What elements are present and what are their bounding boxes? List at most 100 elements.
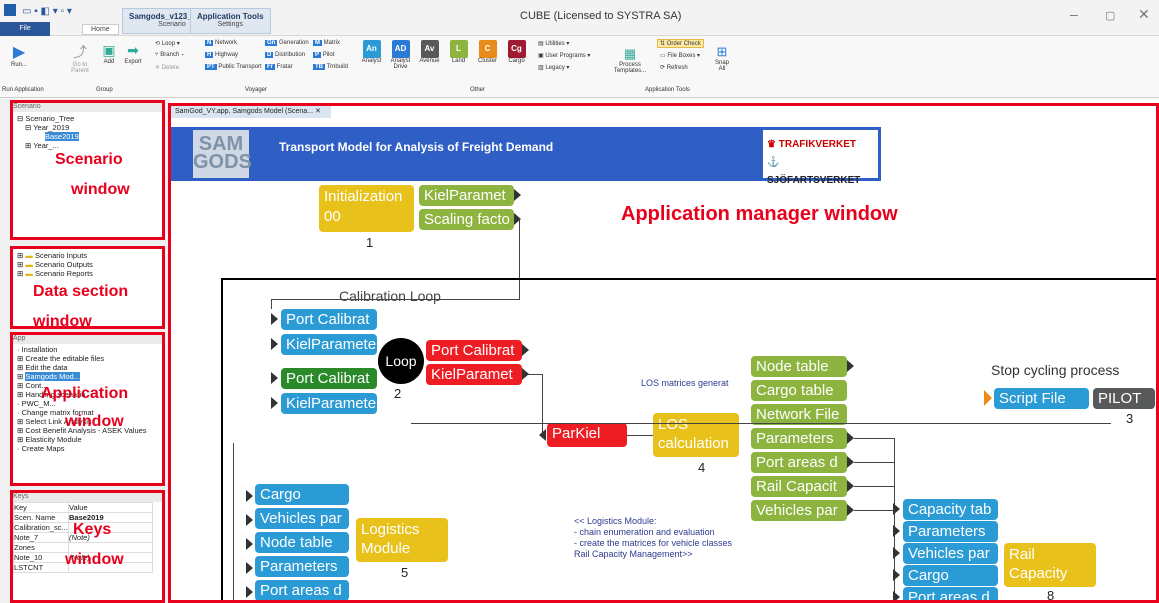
data-section-label: Data section [33,283,129,300]
rail-capacity-input-box[interactable]: Rail Capacit [751,476,847,497]
app-launcher-button[interactable]: Av Avenue [416,40,443,64]
file-boxes-button[interactable]: ▭ File Boxes ▾ [660,52,700,59]
kielparameter-box[interactable]: KielParamet [419,185,514,206]
node-table-box[interactable]: Node table [751,356,847,377]
cargo-box-3[interactable]: Cargo [903,565,998,586]
parameters-box-2[interactable]: Parameters [255,556,349,577]
quick-access-icons[interactable]: ▭ ▪ ◧ ▾ ▫ ▾ [22,6,72,20]
app-launcher-label: Land [451,58,466,64]
run-button[interactable]: ▶ Run... [6,42,32,68]
wire [542,374,543,434]
logistics-module-box[interactable]: Logistics Module [356,518,448,562]
order-check-button[interactable]: ⇅ Order Check [657,39,704,48]
go-to-parent-button[interactable]: ⤴ Go to Parent [68,42,92,74]
tree-item[interactable]: ⊞ ▬ Scenario Inputs [17,251,158,260]
port-calibration-box[interactable]: Port Calibrat [281,309,377,330]
network-file-box[interactable]: Network File [751,404,847,425]
parkiel-box[interactable]: ParKiel [547,423,627,447]
node-table-box-2[interactable]: Node table [255,532,349,553]
port-calibration-box-red[interactable]: Port Calibrat [426,340,522,361]
export-button[interactable]: ➡ Export [122,42,144,65]
legacy-button[interactable]: ▥ Legacy ▾ [538,64,569,71]
kielparameter-box-3[interactable]: KielParamete [281,393,377,414]
scaling-factor-box[interactable]: Scaling facto [419,209,514,230]
app-launcher-button[interactable]: An Analyst [358,40,385,64]
branch-button[interactable]: ⑂ Branch ▾ [155,52,185,58]
matrix-button[interactable]: M Matrix [313,40,340,46]
fratar-button[interactable]: Fr Fratar [265,64,293,70]
loop-button[interactable]: ⟲ Loop ▾ [155,40,180,47]
kielparameter-box-2[interactable]: KielParamete [281,334,377,355]
parameters-box-3[interactable]: Parameters [903,521,998,542]
refresh-button[interactable]: ⟳ Refresh [660,64,688,71]
add-button[interactable]: ▣ Add [100,42,118,65]
tree-item[interactable]: ⊞ ▬ Scenario Outputs [17,260,158,269]
tree-item[interactable]: ⊟ Scenario_Tree [17,114,158,123]
app-tree-item[interactable]: ⊞ Create the editable files [17,354,158,363]
rail-capacity-box[interactable]: Rail Capacity [1004,543,1096,587]
vehicles-par-box-3[interactable]: Vehicles par [903,543,998,564]
parameters-box[interactable]: Parameters [751,428,847,449]
delete-button[interactable]: ✕ Delete [155,64,179,71]
pilot-button[interactable]: P Pilot [313,52,334,58]
wire [854,486,894,487]
generation-button[interactable]: Gn Generation [265,40,309,46]
loop-node[interactable]: Loop [378,338,424,384]
tree-item[interactable]: ⊞ Year_... [17,141,158,150]
app-tree-item[interactable]: · Create Maps [17,444,158,453]
app-launcher-button[interactable]: C Cluster [474,40,501,64]
app-tree-item[interactable]: ⊞ Edit the data [17,363,158,372]
app-launcher-button[interactable]: AD Analyst Drive [387,40,414,70]
script-file-box[interactable]: Script File [994,388,1089,409]
app-launcher-button[interactable]: L Land [445,40,472,64]
input-arrow [893,547,900,559]
key-cell: Note_10 [13,552,69,563]
output-arrow [847,480,854,492]
tree-item[interactable]: ⊞ ▬ Scenario Reports [17,269,158,278]
trnbuild-button[interactable]: TB Trnbuild [313,64,348,70]
port-areas-box[interactable]: Port areas d [751,452,847,473]
initialization-box[interactable]: Initialization 00 [319,185,414,232]
cargo-box[interactable]: Cargo [255,484,349,505]
group-group: Group [96,87,113,93]
window-title: CUBE (Licensed to SYSTRA SA) [520,10,682,22]
process-templates-button[interactable]: ▦ Process Templates... [610,46,650,74]
app-manager-label: Application manager window [621,203,898,225]
capacity-table-box[interactable]: Capacity tab [903,499,998,520]
restore-icon[interactable]: ▢ [1105,9,1115,22]
minimize-icon[interactable]: – [1070,6,1078,22]
vehicles-par-box[interactable]: Vehicles par [751,500,847,521]
kielparameter-box-red[interactable]: KielParamet [426,364,522,385]
pilot-box[interactable]: PILOT [1093,388,1155,409]
app-tree-item[interactable]: ⊞ Elasticity Module [17,435,158,444]
app-launcher-button[interactable]: Cg Cargo [503,40,530,64]
doc-tab[interactable]: SamGod_VY.app, Samgods Model (Scena... ✕ [171,106,331,118]
close-icon[interactable]: ✕ [1138,6,1150,23]
tree-item-selected[interactable]: Base2019 [17,132,158,141]
context-tab-application-tools[interactable]: Application Tools Settings [190,8,271,34]
snap-all-button[interactable]: ⊞ Snap All [712,44,732,72]
port-areas-box-3[interactable]: Port areas d [903,587,998,600]
port-areas-box-2[interactable]: Port areas d [255,580,349,600]
app-tree-item[interactable]: ⊞ Samgods Mod... [17,372,158,381]
distribution-button[interactable]: D Distribution [265,52,305,58]
tree-item[interactable]: ⊟ Year_2019 [17,123,158,132]
input-arrow [893,503,900,515]
cargo-table-box[interactable]: Cargo table [751,380,847,401]
app-tree-item[interactable]: · Installation [17,345,158,354]
vehicles-par-box-2[interactable]: Vehicles par [255,508,349,529]
utilities-button[interactable]: ▤ Utilities ▾ [538,40,569,47]
file-tab[interactable]: File [0,22,50,36]
public-transport-button[interactable]: PT Public Transport [205,64,262,70]
highway-button[interactable]: H Highway [205,52,238,58]
agency-logos: ♛ TRAFIKVERKET ⚓ SJÖFARTSVERKET [763,130,878,186]
user-programs-button[interactable]: ▣ User Programs ▾ [538,52,590,59]
keys-pane: Keys Key Value Scen. Name Base2019 Calibrat… [10,490,165,603]
port-calibration-box-green[interactable]: Port Calibrat [281,368,377,389]
network-button[interactable]: N Network [205,40,237,46]
wire [854,438,894,439]
los-calculation-box[interactable]: LOS calculation [653,413,739,457]
app-icon[interactable] [4,4,16,16]
home-tab[interactable]: Home [82,24,119,35]
wire [271,299,272,309]
